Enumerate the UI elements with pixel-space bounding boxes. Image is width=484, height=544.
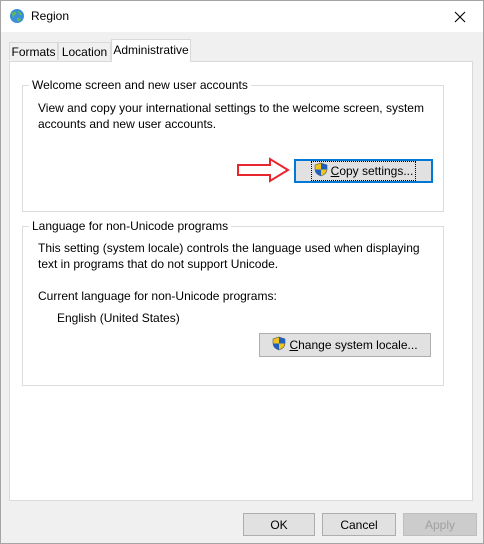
arrow-right-icon [236, 157, 290, 186]
welcome-description-line2: accounts and new user accounts. [38, 117, 217, 131]
current-language-value: English (United States) [57, 311, 180, 325]
administrative-panel: Welcome screen and new user accounts Vie… [9, 61, 473, 501]
tab-administrative[interactable]: Administrative [111, 39, 191, 62]
globe-icon [9, 8, 25, 24]
current-language-label: Current language for non-Unicode program… [38, 289, 277, 303]
cancel-button[interactable]: Cancel [322, 513, 396, 536]
copy-settings-accel: C [330, 164, 340, 178]
welcome-screen-group: Welcome screen and new user accounts Vie… [22, 78, 444, 212]
uac-shield-icon [314, 162, 328, 180]
non-unicode-group: Language for non-Unicode programs This s… [22, 219, 444, 386]
tab-formats[interactable]: Formats [9, 42, 58, 60]
change-locale-accel: C [289, 338, 299, 352]
window-title: Region [31, 9, 70, 23]
change-locale-label: hange system locale... [298, 338, 418, 352]
welcome-description-line1: View and copy your international setting… [38, 101, 424, 115]
tab-location[interactable]: Location [58, 42, 111, 60]
locale-description-line1: This setting (system locale) controls th… [38, 241, 420, 255]
copy-settings-label: opy settings... [339, 164, 414, 178]
title-bar: Region [1, 1, 483, 32]
close-icon [454, 11, 466, 23]
region-dialog: Region Formats Location Administrative W… [0, 0, 484, 544]
uac-shield-icon [272, 336, 286, 354]
ok-button[interactable]: OK [243, 513, 315, 536]
non-unicode-group-title: Language for non-Unicode programs [29, 219, 232, 234]
apply-button[interactable]: Apply [403, 513, 477, 536]
locale-description-line2: text in programs that do not support Uni… [38, 257, 279, 271]
copy-settings-button[interactable]: Copy settings... [294, 159, 433, 183]
change-system-locale-button[interactable]: Change system locale... [259, 333, 431, 357]
close-button[interactable] [437, 1, 483, 32]
welcome-group-title: Welcome screen and new user accounts [29, 78, 251, 93]
